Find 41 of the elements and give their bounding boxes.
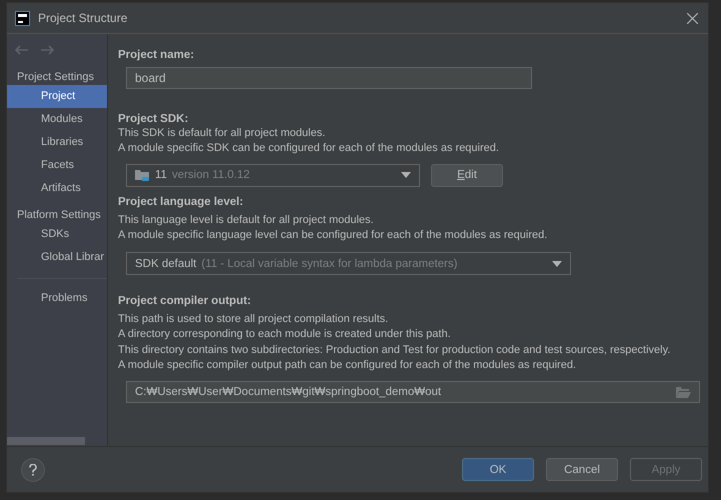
- window-title: Project Structure: [38, 11, 128, 25]
- sidebar-item[interactable]: Libraries: [7, 131, 107, 154]
- folder-icon[interactable]: [676, 386, 691, 398]
- field-label: Project language level:: [118, 196, 244, 208]
- sidebar-item[interactable]: Problems: [7, 287, 107, 310]
- close-icon[interactable]: [687, 12, 698, 24]
- back-arrow-icon[interactable]: [15, 45, 29, 55]
- project-name-field[interactable]: board: [126, 67, 532, 89]
- scrollbar-thumb[interactable]: [7, 437, 85, 445]
- sidebar-item[interactable]: Modules: [7, 108, 107, 131]
- dropdown-caret-icon: [552, 260, 562, 267]
- description-text: A module specific compiler output path can be configured for each of the modules as required.: [118, 358, 577, 374]
- sidebar-item[interactable]: Global Librar: [7, 246, 107, 269]
- app-logo-icon: [15, 10, 30, 26]
- description-text: This language level is default for all project modules.: [118, 212, 375, 228]
- field-label: Project compiler output:: [118, 295, 252, 308]
- sidebar-item[interactable]: Project: [7, 85, 107, 108]
- description-text: A directory corresponding to each module is created under this path.: [118, 327, 452, 342]
- description-text: This path is used to store all project compilation results.: [118, 312, 390, 328]
- folder-icon: [135, 168, 150, 182]
- description-text: A module specific SDK can be configured for each of the modules as required.: [118, 141, 500, 156]
- sidebar-item[interactable]: Artifacts: [7, 177, 107, 200]
- dropdown-caret-icon: [401, 172, 411, 178]
- field-label: Project SDK:: [118, 113, 190, 125]
- dialog-button[interactable]: OK: [462, 458, 534, 481]
- sidebar-section-label: Platform Settings: [16, 208, 102, 221]
- dialog-button[interactable]: Cancel: [546, 458, 618, 481]
- sidebar-section-label: Project Settings: [16, 70, 96, 83]
- description-text: A module specific language level can be configured for each of the modules as required.: [118, 228, 548, 243]
- sidebar-item[interactable]: SDKs: [7, 223, 107, 246]
- sdk-dropdown[interactable]: 11 version 11.0.12: [126, 164, 420, 187]
- language-level-dropdown[interactable]: SDK default (11 - Local variable syntax for lambda parameters): [126, 252, 571, 276]
- field-label: Project name:: [118, 49, 196, 61]
- description-text: This SDK is default for all project modules.: [118, 126, 326, 141]
- sidebar-item[interactable]: Facets: [7, 154, 107, 177]
- forward-arrow-icon[interactable]: [40, 45, 54, 55]
- compiler-output-field[interactable]: C:₩Users₩User₩Documents₩git₩springboot_demo₩out: [126, 381, 700, 404]
- question-mark-icon: [29, 464, 37, 476]
- help-button[interactable]: [21, 458, 45, 482]
- edit-button[interactable]: Edit: [431, 164, 503, 187]
- description-text: This directory contains two subdirectories: Production and Test for production code and test sources, respectively.: [118, 342, 672, 358]
